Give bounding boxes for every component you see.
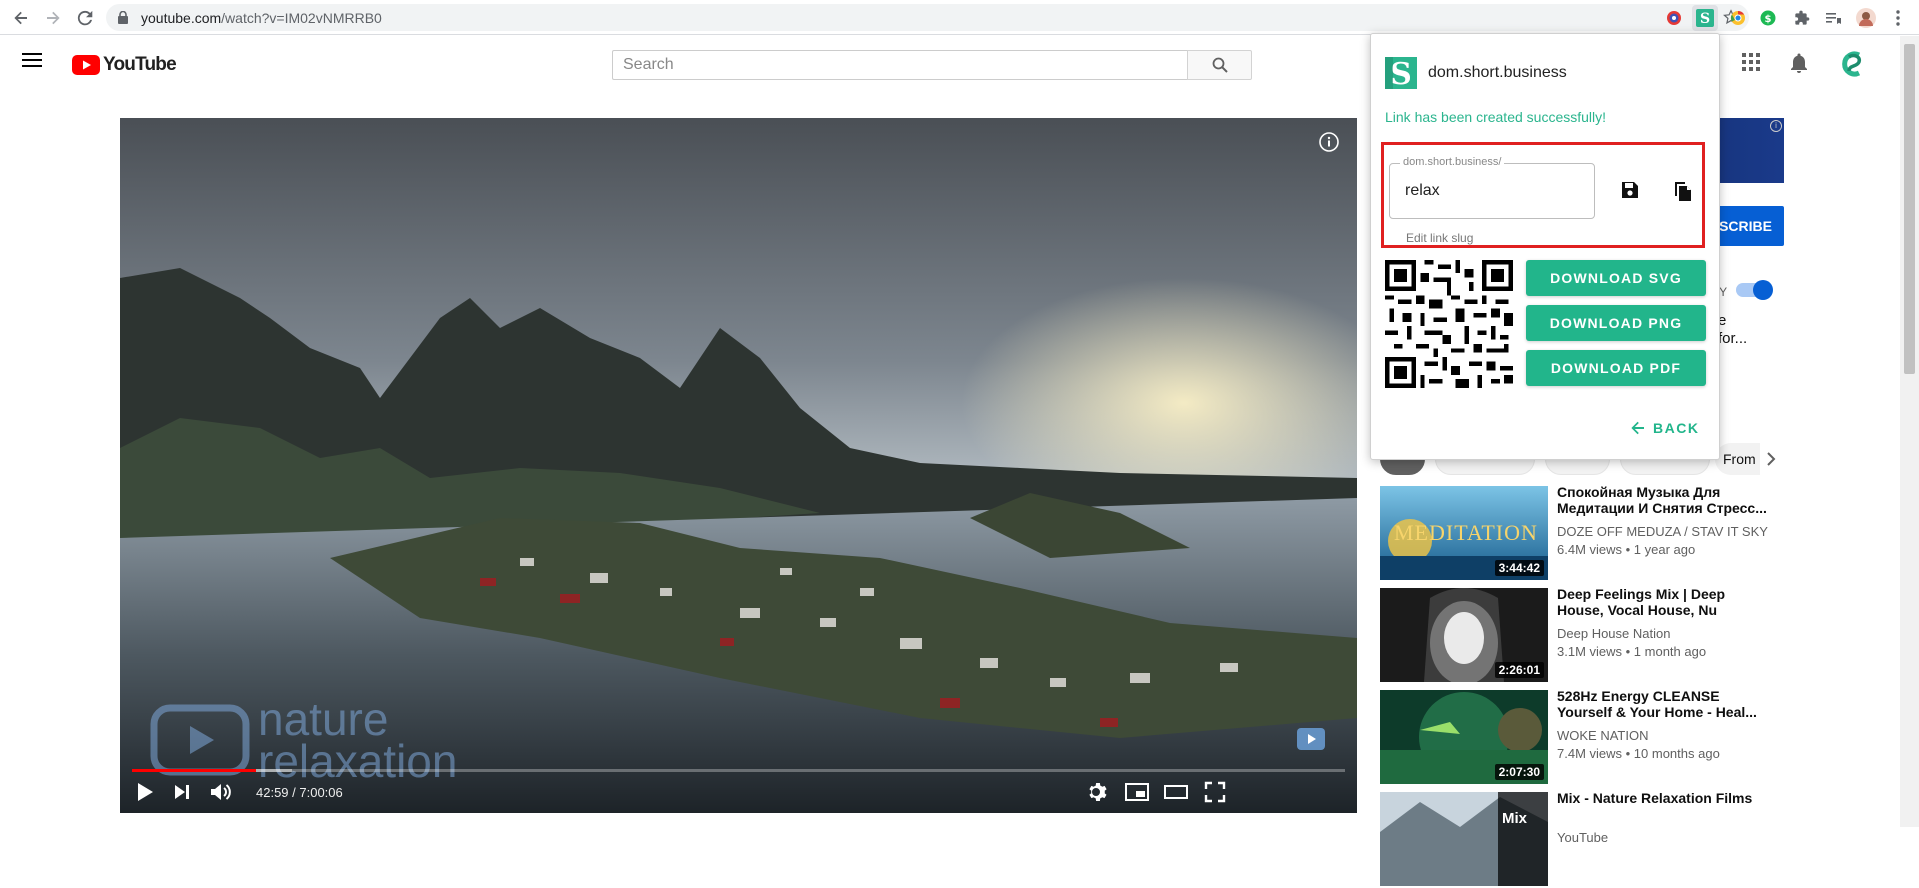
- toggle-knob: [1753, 280, 1773, 300]
- video-thumbnail[interactable]: MEDITATION 3:44:42: [1380, 486, 1548, 580]
- channel-branding-icon[interactable]: [1297, 728, 1325, 750]
- back-arrow-icon[interactable]: [9, 6, 33, 30]
- address-bar[interactable]: youtube.com/watch?v=IM02vNMRRB0: [106, 4, 1749, 31]
- duration-badge: 2:07:30: [1494, 764, 1544, 780]
- slug-input[interactable]: [1405, 182, 1585, 200]
- slug-domain-label: dom.short.business/: [1400, 156, 1505, 168]
- slug-highlight-box: dom.short.business/ Edit link slug: [1381, 142, 1705, 248]
- thumbnail-text: MEDITATION: [1394, 520, 1538, 545]
- arrow-left-icon: [1631, 421, 1645, 435]
- youtube-logo[interactable]: YouTube: [72, 54, 177, 76]
- extension-color-icon[interactable]: [1664, 8, 1684, 28]
- info-icon[interactable]: [1319, 132, 1339, 152]
- volume-icon[interactable]: [208, 780, 234, 804]
- youtube-play-logo-icon: [72, 55, 100, 75]
- profile-avatar-icon[interactable]: [1856, 8, 1876, 28]
- video-meta: 7.4M views • 10 months ago: [1557, 746, 1720, 761]
- channel-name[interactable]: Deep House Nation: [1557, 626, 1670, 641]
- apps-grid-icon[interactable]: [1742, 53, 1760, 71]
- copy-icon[interactable]: [1671, 180, 1693, 202]
- notifications-bell-icon[interactable]: [1790, 53, 1808, 73]
- miniplayer-icon[interactable]: [1124, 780, 1150, 804]
- url-text: youtube.com/watch?v=IM02vNMRRB0: [141, 10, 382, 26]
- reload-icon[interactable]: [73, 6, 97, 30]
- duration-badge: 3:44:42: [1494, 560, 1544, 576]
- chip-from[interactable]: From: [1715, 443, 1760, 475]
- duration-badge: 2:26:01: [1494, 662, 1544, 678]
- ad-info-icon[interactable]: i: [1770, 120, 1782, 132]
- video-thumbnail[interactable]: Mix: [1380, 792, 1548, 886]
- extension-chrome-icon[interactable]: [1728, 8, 1748, 28]
- video-title[interactable]: Mix - Nature Relaxation Films: [1557, 790, 1767, 806]
- search-icon: [1212, 57, 1228, 73]
- slug-helper-text: Edit link slug: [1406, 231, 1474, 245]
- popup-title: dom.short.business: [1428, 64, 1567, 81]
- search-button[interactable]: [1187, 50, 1252, 80]
- hamburger-menu-icon[interactable]: [22, 52, 42, 68]
- video-thumbnail[interactable]: 2:26:01: [1380, 588, 1548, 682]
- download-pdf-button[interactable]: DOWNLOAD PDF: [1526, 350, 1706, 386]
- page-scrollbar[interactable]: [1900, 36, 1919, 827]
- slug-field[interactable]: dom.short.business/: [1389, 156, 1595, 219]
- play-icon[interactable]: [132, 780, 156, 804]
- autoplay-toggle[interactable]: [1736, 280, 1773, 300]
- extensions-puzzle-icon[interactable]: [1792, 8, 1812, 28]
- svg-text:S: S: [1700, 11, 1710, 27]
- extension-popup: S dom.short.business Link has been creat…: [1370, 33, 1720, 460]
- video-meta: 3.1M views • 1 month ago: [1557, 644, 1707, 659]
- qr-code-image: [1385, 260, 1513, 388]
- browser-toolbar: youtube.com/watch?v=IM02vNMRRB0 S $: [0, 0, 1919, 35]
- channel-name[interactable]: DOZE OFF MEDUZA / STAV IT SKY: [1557, 524, 1768, 539]
- extension-green-icon[interactable]: $: [1758, 8, 1778, 28]
- next-video-icon[interactable]: [170, 780, 194, 804]
- search-input[interactable]: Search: [612, 50, 1188, 80]
- dom-short-logo-icon: S: [1385, 57, 1417, 89]
- scrollbar-thumb[interactable]: [1904, 44, 1915, 374]
- save-floppy-icon[interactable]: [1620, 180, 1640, 200]
- dom-short-extension-icon[interactable]: S: [1692, 5, 1718, 31]
- time-display: 42:59 / 7:00:06: [256, 785, 343, 800]
- chevron-right-icon[interactable]: [1766, 451, 1776, 467]
- player-controls: 42:59 / 7:00:06: [120, 771, 1357, 813]
- watermark-play-icon: [150, 704, 250, 776]
- svg-text:S: S: [1390, 57, 1412, 89]
- lock-icon: [118, 11, 128, 24]
- up-next-title-fragment[interactable]: e for...: [1718, 312, 1747, 348]
- account-avatar-icon[interactable]: [1838, 48, 1870, 80]
- mix-label: Mix: [1502, 810, 1528, 827]
- watermark-line-1: nature: [258, 693, 389, 745]
- channel-name[interactable]: YouTube: [1557, 830, 1608, 845]
- download-svg-button[interactable]: DOWNLOAD SVG: [1526, 260, 1706, 296]
- recommendation-item[interactable]: Mix Mix - Nature Relaxation Films YouTub…: [1380, 790, 1800, 888]
- svg-text:$: $: [1765, 14, 1772, 25]
- settings-gear-icon[interactable]: [1086, 780, 1110, 804]
- back-label: BACK: [1653, 420, 1700, 436]
- back-button[interactable]: BACK: [1631, 420, 1699, 436]
- recommendation-item[interactable]: MEDITATION 3:44:42 Спокойная Музыка Для …: [1380, 484, 1800, 582]
- forward-arrow-icon[interactable]: [41, 6, 65, 30]
- recommendation-item[interactable]: 2:26:01 Deep Feelings Mix | Deep House, …: [1380, 586, 1800, 684]
- video-title[interactable]: 528Hz Energy CLEANSE Yourself & Your Hom…: [1557, 688, 1767, 720]
- video-thumbnail[interactable]: 2:07:30: [1380, 690, 1548, 784]
- fullscreen-icon[interactable]: [1203, 780, 1227, 804]
- video-title[interactable]: Deep Feelings Mix | Deep House, Vocal Ho…: [1557, 586, 1767, 620]
- success-message: Link has been created successfully!: [1385, 109, 1607, 125]
- recommendation-item[interactable]: 2:07:30 528Hz Energy CLEANSE Yourself & …: [1380, 688, 1800, 786]
- reading-list-icon[interactable]: [1823, 8, 1843, 28]
- theater-mode-icon[interactable]: [1163, 780, 1189, 804]
- download-png-button[interactable]: DOWNLOAD PNG: [1526, 305, 1706, 341]
- video-title[interactable]: Спокойная Музыка Для Медитации И Снятия …: [1557, 484, 1767, 516]
- chrome-menu-icon[interactable]: [1888, 8, 1908, 28]
- video-meta: 6.4M views • 1 year ago: [1557, 542, 1696, 557]
- video-player[interactable]: nature relaxation 42:59 / 7:00:06: [120, 118, 1357, 813]
- channel-name[interactable]: WOKE NATION: [1557, 728, 1648, 743]
- up-next-title-line-2: for...: [1718, 330, 1748, 347]
- up-next-title-line-1: e: [1718, 312, 1727, 329]
